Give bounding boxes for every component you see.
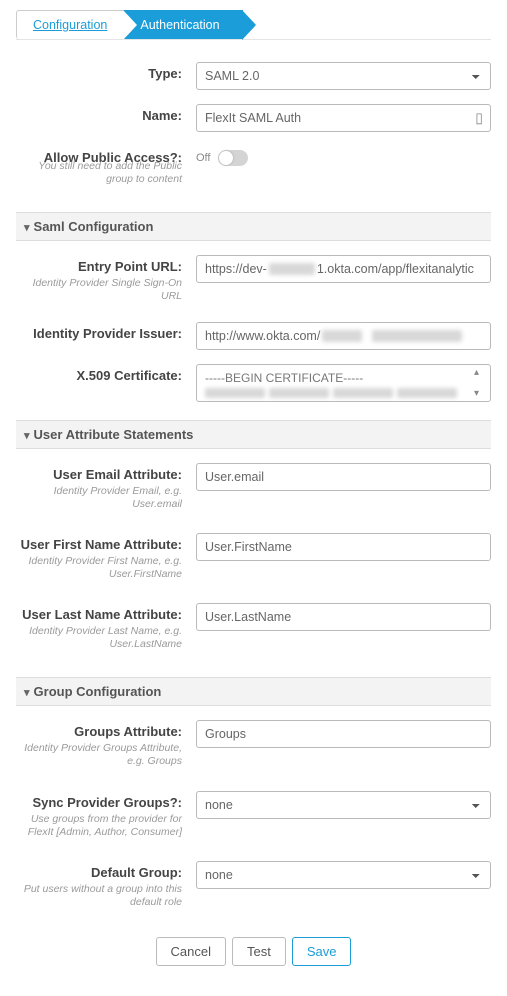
save-button[interactable]: Save	[292, 937, 352, 966]
entry-point-label: Entry Point URL:	[16, 255, 196, 274]
default-group-hint: Put users without a group into this defa…	[16, 883, 196, 909]
chevron-down-icon: ▾	[24, 686, 30, 699]
entry-point-prefix: https://dev-	[205, 262, 267, 276]
default-group-label: Default Group:	[16, 861, 196, 880]
chevron-down-icon: ▾	[24, 429, 30, 442]
cert-textarea[interactable]: -----BEGIN CERTIFICATE----- ▴▾	[196, 364, 491, 402]
type-select[interactable]: SAML 2.0	[196, 62, 491, 90]
section-saml-config[interactable]: ▾ Saml Configuration	[16, 212, 491, 241]
section-group-config-title: Group Configuration	[34, 684, 162, 699]
redacted-segment	[372, 330, 462, 342]
redacted-segment	[205, 388, 265, 398]
name-tag-icon: ▯	[475, 110, 483, 127]
chevron-down-icon: ▾	[24, 221, 30, 234]
footer-buttons: Cancel Test Save	[16, 937, 491, 966]
sync-groups-hint: Use groups from the provider for FlexIt …	[16, 813, 196, 839]
firstname-attr-hint: Identity Provider First Name, e.g. User.…	[16, 555, 196, 581]
name-input[interactable]	[196, 104, 491, 132]
section-user-attr[interactable]: ▾ User Attribute Statements	[16, 420, 491, 449]
issuer-prefix: http://www.okta.com/	[205, 329, 320, 343]
test-button[interactable]: Test	[232, 937, 286, 966]
entry-point-hint: Identity Provider Single Sign-On URL	[16, 277, 196, 303]
cert-line1: -----BEGIN CERTIFICATE-----	[205, 371, 482, 385]
lastname-attr-label: User Last Name Attribute:	[16, 603, 196, 622]
groups-attr-hint: Identity Provider Groups Attribute, e.g.…	[16, 742, 196, 768]
issuer-input[interactable]: http://www.okta.com/	[196, 322, 491, 350]
default-group-select[interactable]: none	[196, 861, 491, 889]
public-access-toggle[interactable]	[218, 150, 248, 166]
section-saml-title: Saml Configuration	[34, 219, 154, 234]
lastname-attr-input[interactable]	[196, 603, 491, 631]
public-access-hint: You still need to add the Public group t…	[16, 160, 196, 186]
section-group-config[interactable]: ▾ Group Configuration	[16, 677, 491, 706]
email-attr-label: User Email Attribute:	[16, 463, 196, 482]
tab-configuration[interactable]: Configuration	[16, 10, 124, 39]
issuer-label: Identity Provider Issuer:	[16, 322, 196, 341]
sync-groups-select[interactable]: none	[196, 791, 491, 819]
firstname-attr-label: User First Name Attribute:	[16, 533, 196, 552]
redacted-segment	[333, 388, 393, 398]
name-label: Name:	[16, 104, 196, 123]
section-user-attr-title: User Attribute Statements	[34, 427, 194, 442]
firstname-attr-input[interactable]	[196, 533, 491, 561]
redacted-segment	[269, 263, 315, 275]
public-access-state: Off	[196, 152, 210, 164]
entry-point-suffix: 1.okta.com/app/flexitanalytic	[317, 262, 474, 276]
cert-label: X.509 Certificate:	[16, 364, 196, 383]
lastname-attr-hint: Identity Provider Last Name, e.g. User.L…	[16, 625, 196, 651]
cancel-button[interactable]: Cancel	[156, 937, 226, 966]
redacted-segment	[322, 330, 362, 342]
type-label: Type:	[16, 62, 196, 81]
redacted-segment	[397, 388, 457, 398]
cert-scrollbar[interactable]: ▴▾	[474, 367, 488, 399]
tabs: Configuration Authentication	[16, 10, 491, 40]
redacted-segment	[269, 388, 329, 398]
email-attr-hint: Identity Provider Email, e.g. User.email	[16, 485, 196, 511]
entry-point-input[interactable]: https://dev- 1.okta.com/app/flexitanalyt…	[196, 255, 491, 283]
tab-authentication[interactable]: Authentication	[123, 10, 242, 39]
groups-attr-label: Groups Attribute:	[16, 720, 196, 739]
groups-attr-input[interactable]	[196, 720, 491, 748]
sync-groups-label: Sync Provider Groups?:	[16, 791, 196, 810]
email-attr-input[interactable]	[196, 463, 491, 491]
